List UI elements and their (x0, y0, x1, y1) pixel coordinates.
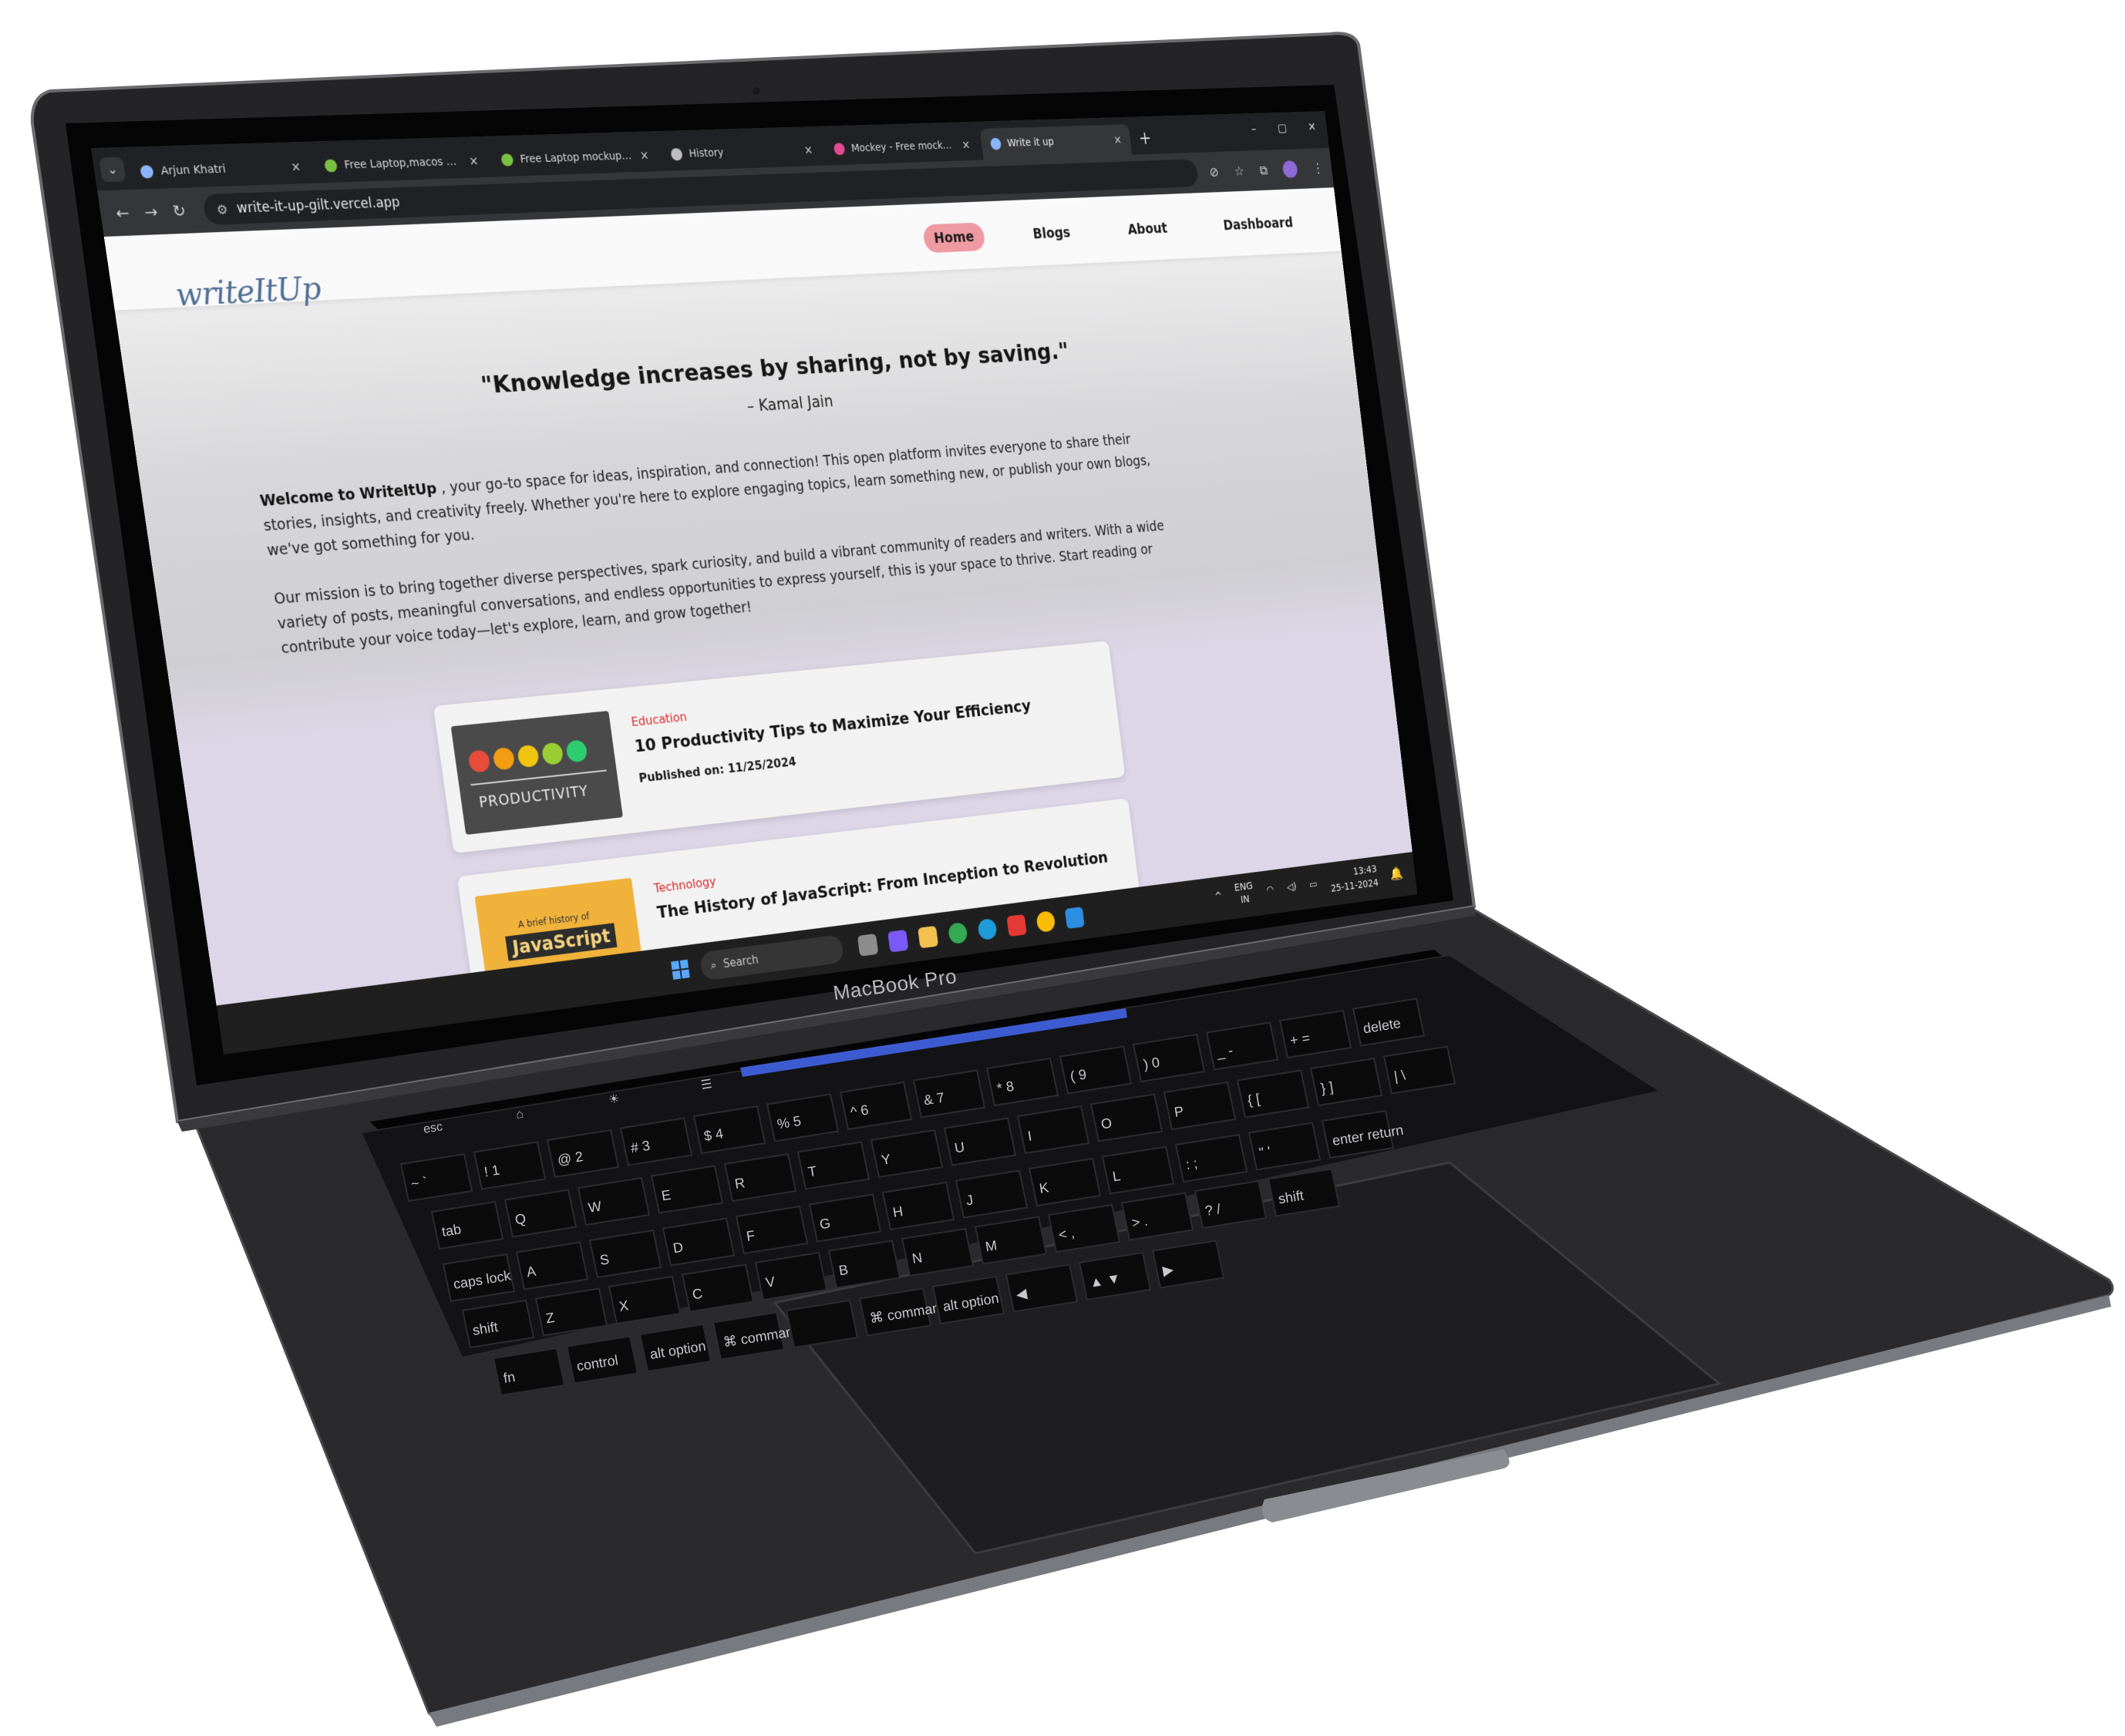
nav-dashboard[interactable]: Dashboard (1212, 209, 1304, 240)
tab-title: Free Laptop,macos mockup (343, 155, 464, 172)
toolbar-icons: ⊘ ☆ ⧉ ⋮ (1208, 160, 1324, 181)
tab-favicon-icon (324, 159, 338, 173)
site-logo[interactable]: writeItUp (173, 270, 323, 314)
tab-title: History (688, 146, 725, 160)
task-view-icon[interactable] (857, 933, 879, 957)
chrome-dev-icon[interactable] (1036, 910, 1056, 934)
tab-favicon-icon (670, 148, 683, 161)
maximize-icon[interactable]: ▢ (1277, 121, 1288, 135)
emoji-faces (467, 739, 588, 773)
nav-home[interactable]: Home (921, 222, 986, 254)
tab-close-icon[interactable]: × (468, 154, 479, 169)
nav-about[interactable]: About (1116, 214, 1179, 244)
face-icon (517, 744, 541, 769)
face-icon (467, 749, 491, 773)
tab-search-chevron-icon[interactable]: ⌄ (99, 156, 126, 183)
productivity-thumbnail: PRODUCTIVITY (450, 711, 623, 835)
windows-start-icon[interactable] (671, 959, 690, 980)
tab-title: Write it up (1006, 136, 1055, 150)
taskbar-search[interactable]: ⌕ Search (699, 934, 845, 981)
intro-brand: Welcome to WriteItUp (258, 479, 438, 510)
vscode-icon[interactable] (1064, 907, 1085, 930)
tab-favicon-icon (140, 165, 154, 179)
minimize-icon[interactable]: – (1251, 122, 1257, 136)
face-icon (541, 742, 564, 765)
wifi-icon[interactable]: ◠ (1266, 884, 1275, 897)
eye-off-icon[interactable]: ⊘ (1208, 164, 1219, 180)
tab-favicon-icon (989, 137, 1002, 150)
post-title[interactable]: 10 Productivity Tips to Maximize Your Ef… (633, 697, 1032, 756)
bookmark-star-icon[interactable]: ☆ (1234, 163, 1245, 179)
post-category: Education (630, 709, 688, 729)
laptop-mockup-scene: ⌄ Arjun Khatri × Free Laptop,macos mocku… (0, 0, 2125, 1736)
browser-tab-mockey[interactable]: Mockey - Free mockup ge × (823, 129, 981, 165)
copilot-icon[interactable] (887, 929, 909, 953)
tab-close-icon[interactable]: × (290, 160, 301, 174)
search-icon: ⌕ (709, 957, 718, 973)
edge-icon[interactable] (977, 917, 998, 941)
tab-favicon-icon (833, 143, 846, 156)
browser-menu-icon[interactable]: ⋮ (1312, 160, 1324, 176)
new-tab-button[interactable]: + (1137, 128, 1152, 149)
volume-icon[interactable]: ◁) (1286, 881, 1297, 893)
laptop-screen: ⌄ Arjun Khatri × Free Laptop,macos mocku… (91, 111, 1418, 1055)
chrome-icon[interactable] (947, 921, 968, 945)
tray-chevron-icon[interactable]: ^ (1214, 890, 1223, 903)
face-icon (565, 739, 588, 763)
clock[interactable]: 13:43 25-11-2024 (1329, 862, 1379, 896)
address-text: write-it-up-gilt.vercel.app (235, 194, 401, 217)
tab-close-icon[interactable]: × (961, 138, 971, 152)
tab-title: Free Laptop mockups | Mo (519, 150, 635, 167)
browser-tab-history[interactable]: History × (659, 133, 824, 170)
thumbnail-label: PRODUCTIVITY (477, 782, 590, 812)
forward-icon[interactable]: → (139, 202, 163, 222)
language-indicator[interactable]: ENG IN (1234, 880, 1254, 907)
tab-title: Mockey - Free mockup ge (850, 139, 958, 155)
extensions-icon[interactable]: ⧉ (1259, 163, 1268, 178)
youtube-icon[interactable] (1006, 913, 1027, 937)
tab-close-icon[interactable]: × (1113, 133, 1122, 146)
tab-close-icon[interactable]: × (803, 143, 813, 157)
site-nav: Home Blogs About Dashboard (921, 209, 1305, 254)
taskbar-search-placeholder: Search (722, 952, 759, 971)
browser-tab-write-it-up[interactable]: Write it up × (979, 124, 1133, 160)
lang-top: ENG (1234, 880, 1254, 894)
lang-bottom: IN (1240, 893, 1251, 907)
tab-close-icon[interactable]: × (639, 148, 650, 162)
site-info-icon[interactable]: ⚙ (215, 201, 228, 217)
profile-avatar[interactable] (1281, 160, 1298, 178)
nav-blogs[interactable]: Blogs (1021, 218, 1082, 248)
browser-tab-free-laptop-mockups[interactable]: Free Laptop mockups | Mo × (489, 139, 661, 177)
camera-dot (753, 87, 760, 95)
face-icon (492, 746, 516, 771)
window-controls: – ▢ ✕ (1251, 119, 1317, 135)
tab-title: Arjun Khatri (160, 163, 227, 178)
back-icon[interactable]: ← (110, 203, 135, 224)
reload-icon[interactable]: ↻ (167, 200, 192, 220)
battery-icon[interactable]: ▭ (1308, 878, 1318, 890)
close-window-icon[interactable]: ✕ (1307, 119, 1316, 133)
tab-favicon-icon (500, 153, 514, 167)
file-explorer-icon[interactable] (918, 925, 939, 949)
notification-bell-icon[interactable]: 🔔 (1389, 866, 1404, 882)
post-date: Published on: 11/25/2024 (638, 754, 797, 786)
post-category: Technology (652, 873, 717, 896)
